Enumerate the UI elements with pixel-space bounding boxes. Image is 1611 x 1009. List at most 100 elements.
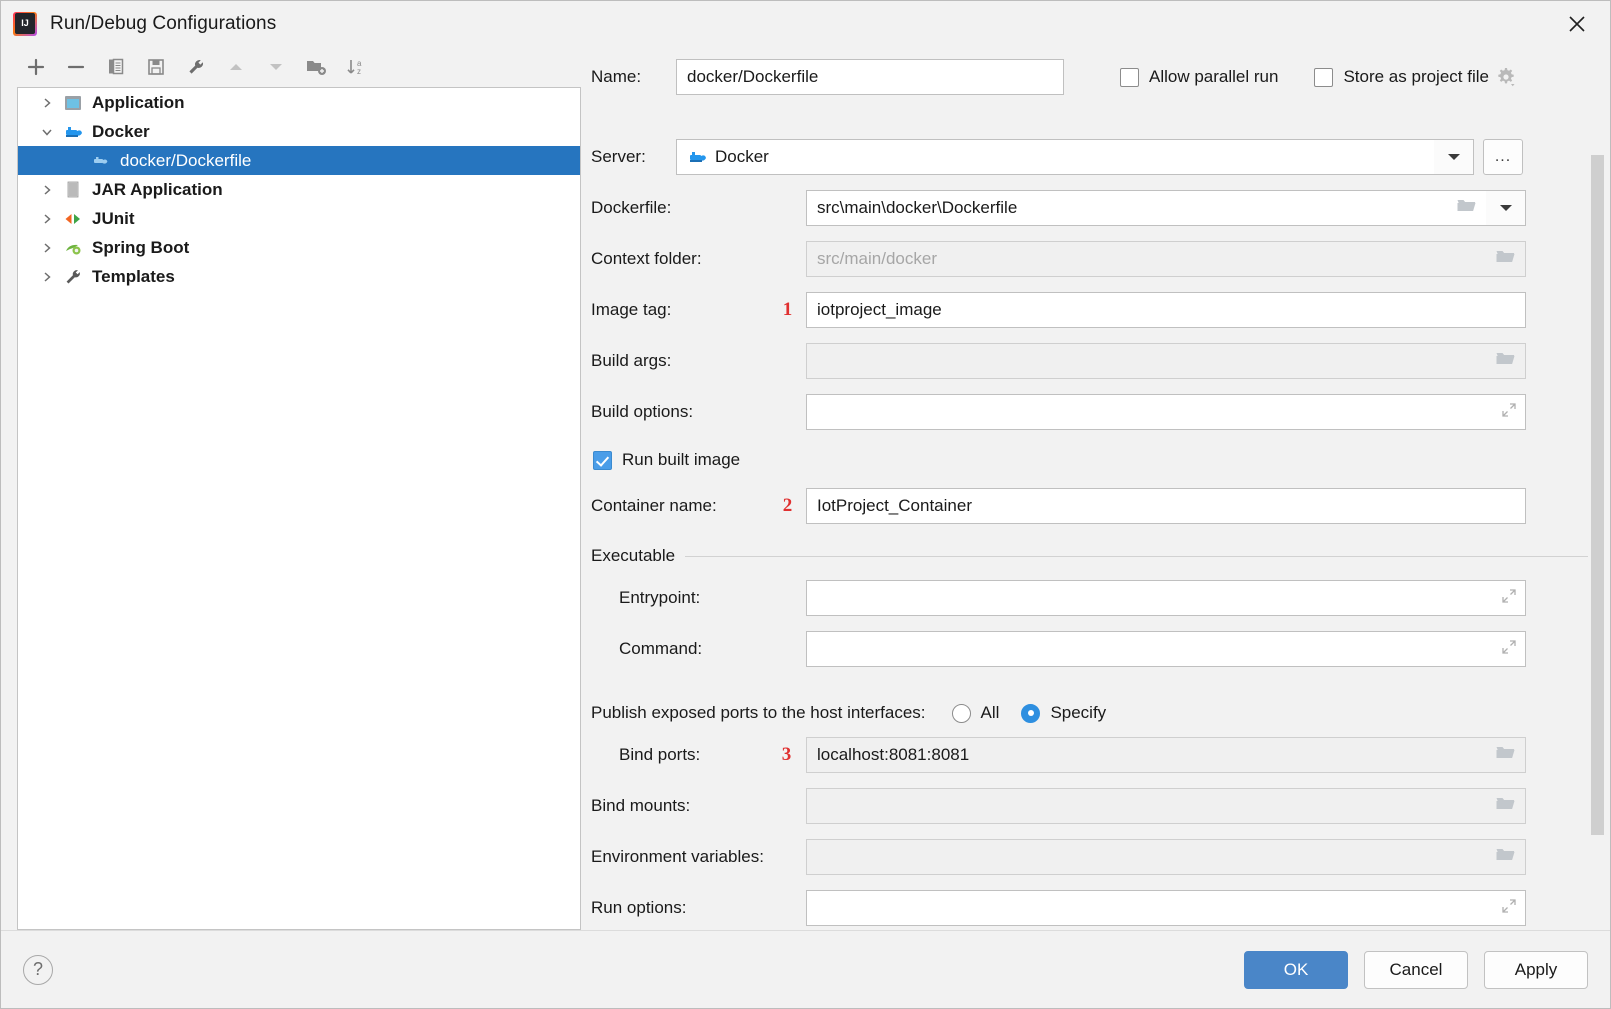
- container-name-row: Container name: 2 IotProject_Container: [581, 488, 1610, 524]
- chevron-down-icon[interactable]: [40, 125, 62, 139]
- save-icon[interactable]: [143, 54, 169, 80]
- chevron-right-icon[interactable]: [40, 212, 62, 226]
- folder-icon[interactable]: [1495, 744, 1517, 766]
- configurations-tree[interactable]: Application Docker: [17, 87, 581, 930]
- tree-item-templates[interactable]: Templates: [18, 262, 580, 291]
- environment-variables-row: Environment variables:: [581, 839, 1610, 875]
- folder-icon[interactable]: [1495, 350, 1517, 372]
- publish-specify-radio[interactable]: Specify: [1021, 703, 1106, 723]
- build-args-row: Build args:: [581, 343, 1610, 379]
- allow-parallel-run-box[interactable]: [1120, 68, 1139, 87]
- ok-button[interactable]: OK: [1244, 951, 1348, 989]
- tree-item-docker-dockerfile[interactable]: docker/Dockerfile: [18, 146, 580, 175]
- image-tag-label: Image tag:: [591, 300, 769, 320]
- folder-icon[interactable]: [1456, 197, 1478, 219]
- store-as-project-file-box[interactable]: [1314, 68, 1333, 87]
- context-folder-placeholder: src/main/docker: [817, 249, 1489, 269]
- bind-ports-input[interactable]: localhost:8081:8081: [806, 737, 1526, 773]
- tree-item-jar-application[interactable]: JAR Application: [18, 175, 580, 204]
- image-tag-input[interactable]: iotproject_image: [806, 292, 1526, 328]
- dockerfile-input-value: src\main\docker\Dockerfile: [817, 198, 1450, 218]
- context-folder-row: Context folder: src/main/docker: [581, 241, 1610, 277]
- publish-all-radio-button[interactable]: [952, 704, 971, 723]
- publish-ports-row: Publish exposed ports to the host interf…: [581, 703, 1610, 723]
- dockerfile-label: Dockerfile:: [591, 198, 806, 218]
- chevron-right-icon[interactable]: [40, 270, 62, 284]
- help-button[interactable]: ?: [23, 955, 53, 985]
- add-configuration-button[interactable]: [23, 54, 49, 80]
- vertical-scrollbar[interactable]: [1591, 155, 1604, 835]
- gear-dropdown-icon[interactable]: [1495, 66, 1517, 88]
- expand-icon[interactable]: [1501, 588, 1517, 609]
- entrypoint-input[interactable]: [806, 580, 1526, 616]
- build-options-row: Build options:: [581, 394, 1610, 430]
- folder-icon[interactable]: [1495, 248, 1517, 270]
- server-combobox[interactable]: Docker: [676, 139, 1434, 175]
- dockerfile-dropdown-arrow[interactable]: [1486, 190, 1526, 226]
- chevron-right-icon[interactable]: [40, 96, 62, 110]
- server-browse-button[interactable]: ...: [1483, 139, 1523, 175]
- store-as-project-file-checkbox[interactable]: Store as project file: [1314, 67, 1489, 87]
- command-input[interactable]: [806, 631, 1526, 667]
- triangle-up-icon[interactable]: [223, 54, 249, 80]
- bind-mounts-row: Bind mounts:: [581, 788, 1610, 824]
- apply-button[interactable]: Apply: [1484, 951, 1588, 989]
- name-input-value: docker/Dockerfile: [687, 67, 1055, 87]
- image-tag-input-value: iotproject_image: [817, 300, 1517, 320]
- tree-item-label: Application: [92, 93, 185, 113]
- container-name-input-value: IotProject_Container: [817, 496, 1517, 516]
- cancel-button[interactable]: Cancel: [1364, 951, 1468, 989]
- dockerfile-input[interactable]: src\main\docker\Dockerfile: [806, 190, 1486, 226]
- context-folder-input[interactable]: src/main/docker: [806, 241, 1526, 277]
- run-built-image-checkbox[interactable]: Run built image: [581, 450, 1610, 470]
- configurations-toolbar: a z: [1, 47, 581, 87]
- run-debug-configurations-dialog: Run/Debug Configurations: [0, 0, 1611, 1009]
- executable-group-label: Executable: [591, 546, 675, 566]
- expand-icon[interactable]: [1501, 402, 1517, 423]
- expand-icon[interactable]: [1501, 898, 1517, 919]
- run-options-input[interactable]: [806, 890, 1526, 926]
- page-title: Run/Debug Configurations: [50, 13, 276, 35]
- tree-item-application[interactable]: Application: [18, 88, 580, 117]
- folder-icon[interactable]: [1495, 846, 1517, 868]
- name-input[interactable]: docker/Dockerfile: [676, 59, 1064, 95]
- entrypoint-label: Entrypoint:: [619, 588, 806, 608]
- tree-item-docker[interactable]: Docker: [18, 117, 580, 146]
- chevron-right-icon[interactable]: [40, 183, 62, 197]
- chevron-right-icon[interactable]: [40, 241, 62, 255]
- publish-specify-radio-button[interactable]: [1021, 704, 1040, 723]
- publish-ports-label: Publish exposed ports to the host interf…: [591, 703, 926, 723]
- folder-plus-icon[interactable]: [303, 54, 329, 80]
- image-tag-row: Image tag: 1 iotproject_image: [581, 292, 1610, 328]
- tree-item-label: JAR Application: [92, 180, 223, 200]
- tree-item-spring-boot[interactable]: Spring Boot: [18, 233, 580, 262]
- run-built-image-box[interactable]: [593, 451, 612, 470]
- build-args-input[interactable]: [806, 343, 1526, 379]
- allow-parallel-run-checkbox[interactable]: Allow parallel run: [1120, 67, 1278, 87]
- server-row: Server: Docker ...: [581, 139, 1610, 175]
- remove-configuration-button[interactable]: [63, 54, 89, 80]
- group-separator: [685, 556, 1588, 557]
- docker-icon: [687, 149, 707, 165]
- build-options-input[interactable]: [806, 394, 1526, 430]
- spring-boot-icon: [62, 238, 84, 258]
- server-dropdown-arrow[interactable]: [1434, 139, 1474, 175]
- folder-icon[interactable]: [1495, 795, 1517, 817]
- publish-all-radio[interactable]: All: [952, 703, 1000, 723]
- sort-az-icon[interactable]: a z: [343, 54, 369, 80]
- server-combobox-value: Docker: [715, 147, 1426, 167]
- command-row: Command:: [581, 631, 1610, 667]
- build-options-label: Build options:: [591, 402, 806, 422]
- close-icon[interactable]: [1544, 1, 1610, 47]
- environment-variables-input[interactable]: [806, 839, 1526, 875]
- tree-item-junit[interactable]: JUnit: [18, 204, 580, 233]
- annotation-marker-3: 3: [767, 744, 806, 766]
- triangle-down-icon[interactable]: [263, 54, 289, 80]
- wrench-icon[interactable]: [183, 54, 209, 80]
- container-name-input[interactable]: IotProject_Container: [806, 488, 1526, 524]
- expand-icon[interactable]: [1501, 639, 1517, 660]
- configurations-pane: a z Applica: [1, 47, 581, 930]
- bind-mounts-input[interactable]: [806, 788, 1526, 824]
- copy-icon[interactable]: [103, 54, 129, 80]
- tree-item-label: Templates: [92, 267, 175, 287]
